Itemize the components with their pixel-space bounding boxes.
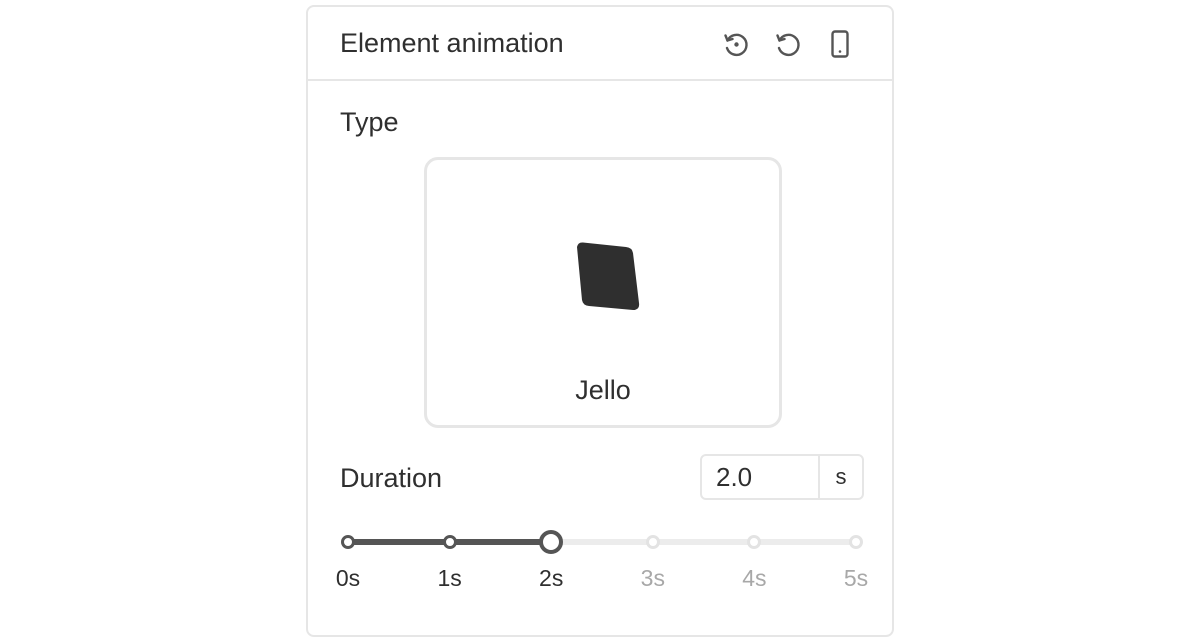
panel-title: Element animation (340, 28, 564, 58)
panel-header: Element animation (308, 7, 892, 81)
duration-input-group: s (700, 454, 864, 500)
slider-stop[interactable] (341, 535, 355, 549)
replay-icon[interactable] (719, 27, 753, 61)
duration-unit: s (818, 456, 862, 498)
duration-label: Duration (340, 463, 443, 493)
slider-stop[interactable] (747, 535, 762, 549)
duration-slider[interactable] (340, 527, 864, 557)
animation-type-name: Jello (575, 375, 631, 405)
reset-icon[interactable] (771, 27, 805, 61)
slider-stop[interactable] (442, 535, 457, 549)
slider-tick-label: 1s (437, 565, 462, 591)
type-label: Type (340, 107, 399, 137)
slider-stop[interactable] (645, 535, 660, 549)
slider-stop[interactable] (849, 535, 863, 549)
slider-tick-label: 3s (640, 565, 665, 591)
slider-thumb[interactable] (539, 530, 564, 554)
animation-type-card[interactable]: Jello (424, 157, 782, 428)
slider-tick-label: 5s (843, 565, 869, 591)
slider-tick-label: 2s (539, 565, 564, 591)
element-animation-panel: Element animation Type Jello Duration 2.… (306, 5, 894, 637)
duration-input[interactable] (702, 456, 818, 498)
mobile-device-icon[interactable] (823, 27, 857, 61)
slider-tick-label: 0s (335, 565, 361, 591)
slider-tick-label: 4s (742, 565, 767, 591)
jello-shape-icon (570, 241, 644, 320)
